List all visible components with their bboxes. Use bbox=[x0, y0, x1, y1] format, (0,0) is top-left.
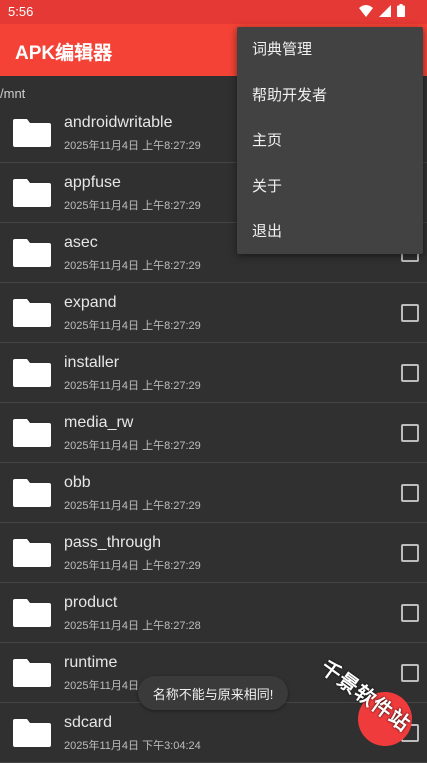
menu-item[interactable]: 帮助开发者 bbox=[237, 73, 423, 119]
file-name: asec bbox=[64, 234, 98, 251]
file-date: 2025年11月4日 上午8:27:28 bbox=[64, 620, 201, 632]
file-row[interactable]: pass_through 2025年11月4日 上午8:27:29 bbox=[0, 523, 427, 583]
file-checkbox[interactable] bbox=[401, 424, 419, 442]
file-checkbox[interactable] bbox=[401, 304, 419, 322]
folder-icon bbox=[13, 179, 51, 207]
folder-icon bbox=[13, 119, 51, 147]
toast-message: 名称不能与原来相同! bbox=[138, 676, 288, 710]
signal-icon bbox=[379, 4, 391, 17]
file-name: product bbox=[64, 594, 118, 611]
folder-icon bbox=[13, 359, 51, 387]
file-checkbox[interactable] bbox=[401, 364, 419, 382]
folder-icon bbox=[13, 239, 51, 267]
status-bar: 5:56 bbox=[0, 0, 427, 24]
file-name: runtime bbox=[64, 654, 118, 671]
file-date: 2025年11月4日 上午8:27:29 bbox=[64, 320, 201, 332]
folder-icon bbox=[13, 659, 51, 687]
file-checkbox[interactable] bbox=[401, 544, 419, 562]
folder-icon bbox=[13, 299, 51, 327]
file-name: androidwritable bbox=[64, 114, 173, 131]
file-row[interactable]: media_rw 2025年11月4日 上午8:27:29 bbox=[0, 403, 427, 463]
file-name: appfuse bbox=[64, 174, 121, 191]
folder-icon bbox=[13, 539, 51, 567]
file-date: 2025年11月4日 上午8:27:29 bbox=[64, 140, 201, 152]
file-name: installer bbox=[64, 354, 120, 371]
file-date: 2025年11月4日 下午3:04:24 bbox=[64, 740, 201, 752]
menu-item[interactable]: 词典管理 bbox=[237, 27, 423, 73]
file-row[interactable]: product 2025年11月4日 上午8:27:28 bbox=[0, 583, 427, 643]
file-row[interactable]: expand 2025年11月4日 上午8:27:29 bbox=[0, 283, 427, 343]
file-date: 2025年11月4日 bbox=[64, 680, 140, 692]
file-name: obb bbox=[64, 474, 91, 491]
app-title: APK编辑器 bbox=[15, 43, 113, 64]
file-checkbox[interactable] bbox=[401, 484, 419, 502]
menu-item[interactable]: 关于 bbox=[237, 164, 423, 210]
file-date: 2025年11月4日 上午8:27:29 bbox=[64, 440, 201, 452]
status-time: 5:56 bbox=[8, 4, 34, 19]
overflow-menu: 词典管理 帮助开发者 主页 关于 退出 bbox=[237, 27, 423, 254]
folder-icon bbox=[13, 419, 51, 447]
watermark-logo: 千景软件站 bbox=[310, 650, 427, 759]
menu-item[interactable]: 主页 bbox=[237, 118, 423, 164]
battery-icon bbox=[397, 4, 405, 17]
file-name: media_rw bbox=[64, 414, 134, 431]
current-path: /mnt bbox=[0, 86, 26, 101]
wifi-icon bbox=[359, 4, 373, 17]
file-date: 2025年11月4日 上午8:27:29 bbox=[64, 500, 201, 512]
file-row[interactable]: installer 2025年11月4日 上午8:27:29 bbox=[0, 343, 427, 403]
file-name: sdcard bbox=[64, 714, 113, 731]
file-row[interactable]: obb 2025年11月4日 上午8:27:29 bbox=[0, 463, 427, 523]
folder-icon bbox=[13, 599, 51, 627]
menu-item[interactable]: 退出 bbox=[237, 209, 423, 255]
file-checkbox[interactable] bbox=[401, 604, 419, 622]
file-name: expand bbox=[64, 294, 117, 311]
folder-icon bbox=[13, 479, 51, 507]
file-name: pass_through bbox=[64, 534, 161, 551]
file-date: 2025年11月4日 上午8:27:29 bbox=[64, 200, 201, 212]
file-date: 2025年11月4日 上午8:27:29 bbox=[64, 560, 201, 572]
file-date: 2025年11月4日 上午8:27:29 bbox=[64, 260, 201, 272]
file-date: 2025年11月4日 上午8:27:29 bbox=[64, 380, 201, 392]
folder-icon bbox=[13, 719, 51, 747]
